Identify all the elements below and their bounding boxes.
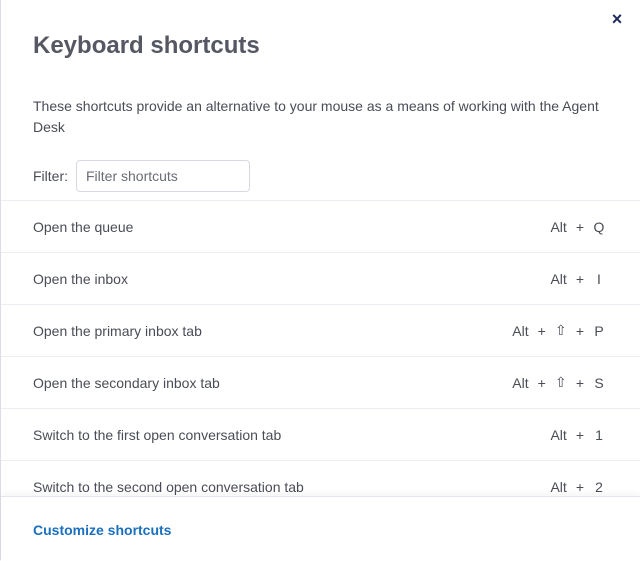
shortcut-label: Open the secondary inbox tab xyxy=(33,374,220,391)
dialog-title: Keyboard shortcuts xyxy=(33,32,260,59)
key-separator: + xyxy=(537,374,546,391)
filter-label: Filter: xyxy=(33,168,68,184)
key-separator: + xyxy=(575,322,584,339)
shortcut-label: Switch to the second open conversation t… xyxy=(33,478,304,495)
key: 2 xyxy=(595,478,603,495)
shortcut-label: Switch to the first open conversation ta… xyxy=(33,426,282,443)
shortcut-label: Open the inbox xyxy=(33,270,128,287)
key: Q xyxy=(593,218,605,235)
key: Alt xyxy=(550,478,567,495)
dialog-description: These shortcuts provide an alternative t… xyxy=(33,98,599,135)
key-separator: + xyxy=(575,426,584,443)
key: 1 xyxy=(595,426,603,443)
key: I xyxy=(597,270,601,287)
key: P xyxy=(594,322,604,339)
key-separator: + xyxy=(575,478,584,495)
key-separator: + xyxy=(537,322,546,339)
shortcut-keys: Alt +2 xyxy=(550,479,605,495)
shift-key-icon: ⇧ xyxy=(554,374,567,390)
shortcut-row: Open the inbox Alt + I xyxy=(1,252,640,304)
key: S xyxy=(594,374,604,391)
shortcut-label: Open the queue xyxy=(33,218,134,235)
shortcut-row: Open the secondary inbox tab Alt + ⇧ + S xyxy=(1,356,640,408)
key-separator: + xyxy=(575,218,584,235)
shortcut-keys: Alt + Q xyxy=(550,219,605,235)
shortcut-keys: Alt + ⇧ + P xyxy=(512,322,605,339)
filter-row: Filter: xyxy=(33,160,250,192)
key-separator: + xyxy=(575,270,584,287)
key: Alt xyxy=(512,322,529,339)
shortcut-row: Switch to the first open conversation ta… xyxy=(1,408,640,460)
shift-key-icon: ⇧ xyxy=(554,322,567,338)
shortcut-keys: Alt +1 xyxy=(550,427,605,443)
dialog-footer: Customize shortcuts xyxy=(1,496,640,561)
shortcut-row: Open the queue Alt + Q xyxy=(1,200,640,252)
filter-shortcuts-input[interactable] xyxy=(76,160,250,192)
shortcut-keys: Alt + ⇧ + S xyxy=(512,374,605,391)
shortcut-row: Open the primary inbox tab Alt + ⇧ + P xyxy=(1,304,640,356)
key: Alt xyxy=(550,218,567,235)
shortcut-label: Open the primary inbox tab xyxy=(33,322,202,339)
key: Alt xyxy=(550,270,567,287)
key: Alt xyxy=(512,374,529,391)
shortcut-keys: Alt + I xyxy=(550,271,605,287)
keyboard-shortcuts-dialog: × Keyboard shortcuts These shortcuts pro… xyxy=(0,0,640,561)
close-icon[interactable]: × xyxy=(608,10,626,28)
shortcuts-list[interactable]: Open the queue Alt + Q Open the inbox Alt + I Op… xyxy=(1,200,640,496)
key: Alt xyxy=(550,426,567,443)
customize-shortcuts-link[interactable]: Customize shortcuts xyxy=(33,522,171,538)
key-separator: + xyxy=(575,374,584,391)
shortcut-row: Switch to the second open conversation t… xyxy=(1,460,640,496)
